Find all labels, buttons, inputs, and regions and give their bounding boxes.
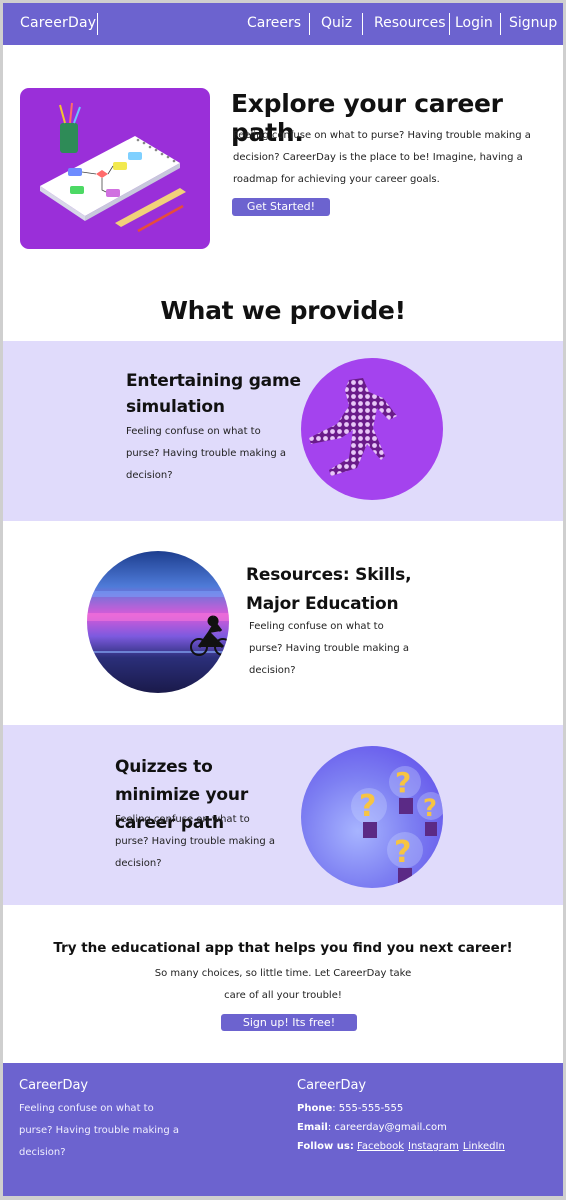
page: CareerDay Careers Quiz Resources Login S…: [3, 3, 563, 1196]
signup-free-button[interactable]: Sign up! Its free!: [221, 1014, 357, 1031]
svg-text:?: ?: [423, 794, 437, 822]
feature-resources: Resources: Skills, Major Education Feeli…: [3, 521, 563, 725]
nav-divider: [449, 13, 450, 35]
game-simulation-image: [301, 358, 443, 500]
footer-follow: Follow us: Facebook Instagram LinkedIn: [297, 1141, 509, 1152]
top-navbar: CareerDay Careers Quiz Resources Login S…: [3, 3, 563, 45]
phone-label: Phone: [297, 1103, 333, 1114]
nav-link-quiz[interactable]: Quiz: [321, 15, 352, 31]
email-label: Email: [297, 1122, 328, 1133]
nav-link-resources[interactable]: Resources: [374, 15, 446, 31]
hero-illustration: [20, 88, 210, 249]
svg-text:?: ?: [394, 835, 411, 870]
cta-description: So many choices, so little time. Let Car…: [154, 968, 412, 1001]
nav-link-careers[interactable]: Careers: [247, 15, 301, 31]
resources-image: [87, 551, 229, 693]
follow-label: Follow us:: [297, 1141, 354, 1152]
footer-phone: Phone: 555-555-555: [297, 1103, 403, 1114]
svg-text:?: ?: [395, 766, 411, 799]
footer-description: Feeling confuse on what to purse? Having…: [19, 1103, 180, 1158]
nav-link-signup[interactable]: Signup: [509, 15, 557, 31]
cta-heading: Try the educational app that helps you f…: [53, 940, 513, 956]
feature-title: Resources: Skills, Major Education: [246, 565, 412, 614]
nav-divider: [362, 13, 363, 35]
get-started-button[interactable]: Get Started!: [232, 198, 330, 216]
nav-divider: [97, 13, 98, 35]
nav-divider: [309, 13, 310, 35]
quizzes-image: ? ? ? ?: [301, 746, 443, 888]
feature-title: Entertaining game simulation: [126, 371, 301, 417]
nav-divider: [500, 13, 501, 35]
email-value[interactable]: : careerday@gmail.com: [328, 1122, 447, 1133]
footer-email: Email: careerday@gmail.com: [297, 1122, 447, 1133]
linkedin-link[interactable]: LinkedIn: [463, 1141, 505, 1152]
feature-description: Feeling confuse on what to purse? Having…: [249, 621, 410, 676]
feature-description: Feeling confuse on what to purse? Having…: [115, 814, 276, 869]
phone-value: : 555-555-555: [332, 1103, 404, 1114]
footer-brand[interactable]: CareerDay: [19, 1078, 88, 1093]
svg-text:?: ?: [359, 789, 376, 824]
feature-game-simulation: Entertaining game simulation Feeling con…: [3, 341, 563, 521]
footer-brand-right[interactable]: CareerDay: [297, 1078, 366, 1093]
feature-description: Feeling confuse on what to purse? Having…: [126, 426, 287, 481]
instagram-link[interactable]: Instagram: [408, 1141, 459, 1152]
nav-link-login[interactable]: Login: [455, 15, 493, 31]
brand-logo[interactable]: CareerDay: [20, 15, 96, 31]
footer: CareerDay Feeling confuse on what to pur…: [3, 1063, 563, 1196]
hero-description: Feeling confuse on what to purse? Having…: [233, 130, 531, 185]
facebook-link[interactable]: Facebook: [357, 1141, 404, 1152]
feature-quizzes: Quizzes to minimize your career path Fee…: [3, 725, 563, 905]
provide-heading: What we provide!: [160, 296, 406, 325]
